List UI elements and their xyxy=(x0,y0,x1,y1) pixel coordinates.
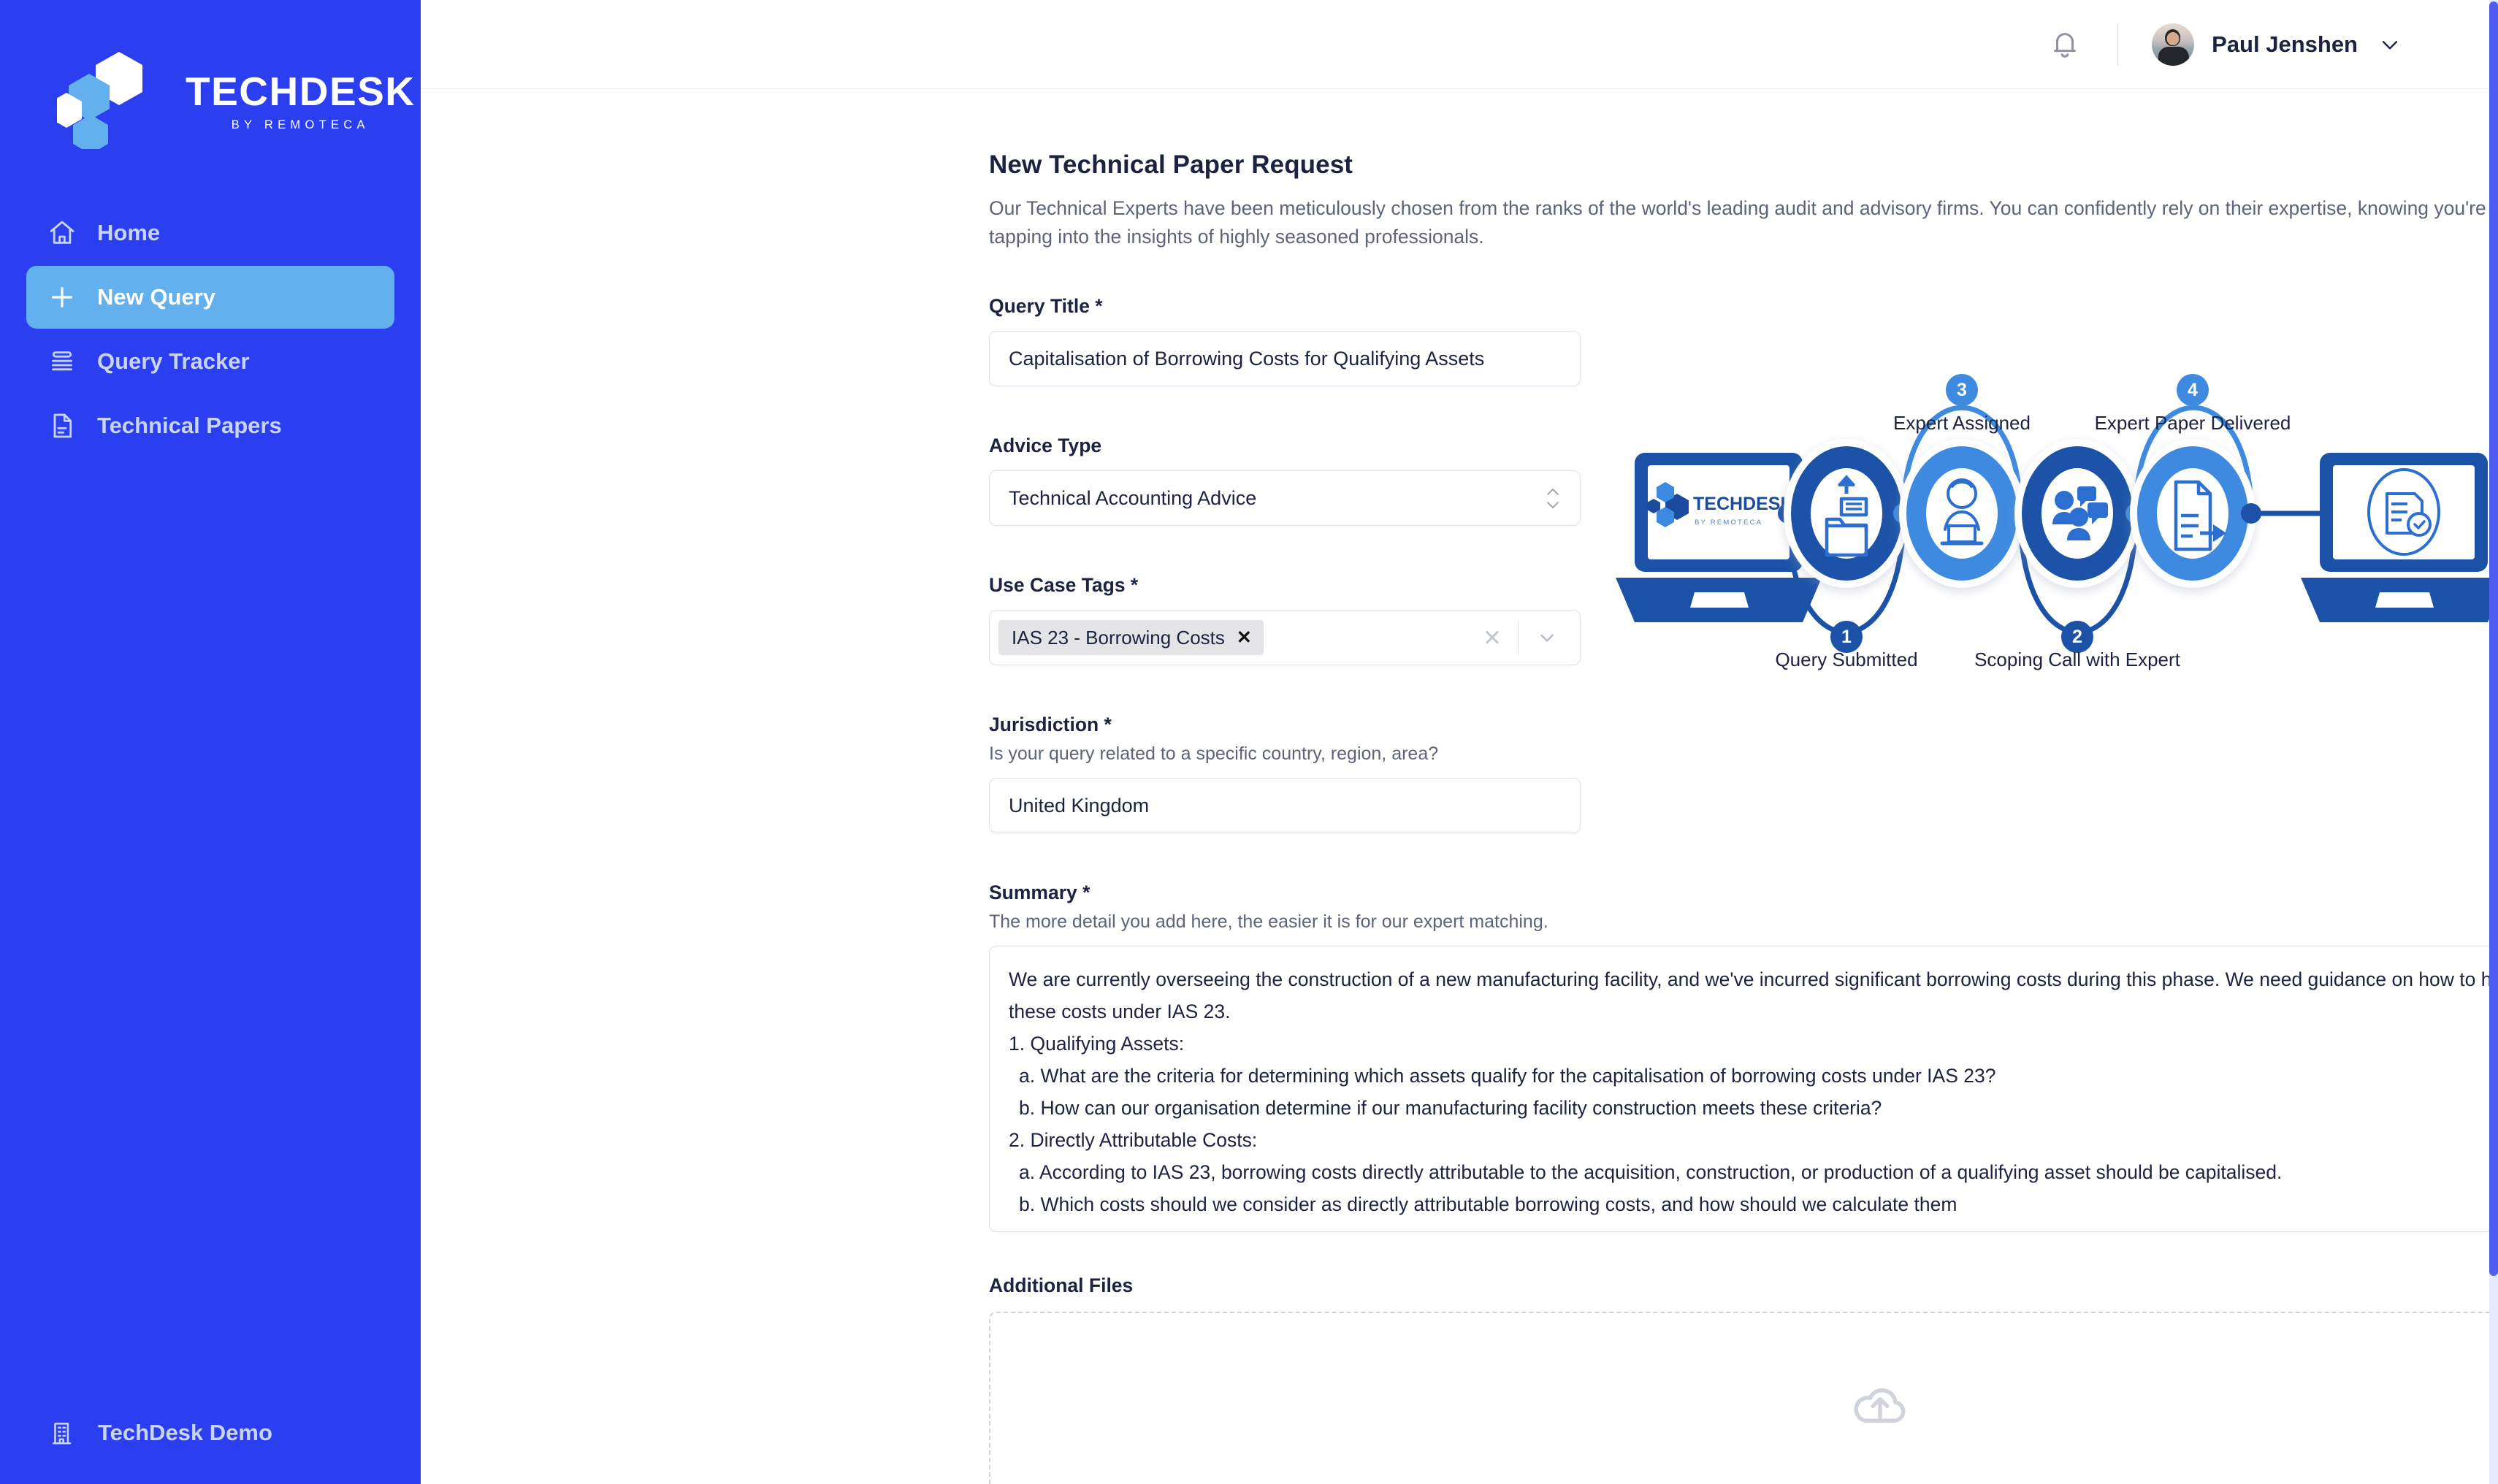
summary-line: b. How can our organisation determine if… xyxy=(1019,1097,1882,1120)
advice-type-label: Advice Type xyxy=(989,435,1102,457)
summary-line: b. Which costs should we consider as dir… xyxy=(1019,1193,1957,1216)
cloud-upload-icon xyxy=(1849,1376,1911,1431)
jurisdiction-label: Jurisdiction * xyxy=(989,714,1112,736)
document-icon xyxy=(47,410,77,441)
query-title-label: Query Title * xyxy=(989,295,1103,318)
sidebar-item-label: Technical Papers xyxy=(97,413,282,438)
chevron-down-icon[interactable] xyxy=(2377,31,2403,58)
bell-icon[interactable] xyxy=(2046,26,2084,64)
file-dropzone[interactable] xyxy=(989,1312,2498,1484)
app-root: TECHDESK BY REMOTECA Home New Query Quer… xyxy=(0,0,2498,1484)
sidebar-item-query-tracker[interactable]: Query Tracker xyxy=(26,330,394,393)
org-switcher[interactable]: TechDesk Demo xyxy=(0,1382,421,1484)
jurisdiction-input[interactable]: United Kingdom xyxy=(989,778,1581,834)
summary-label: Summary * xyxy=(989,881,1091,904)
tag-field-actions: ✕ xyxy=(1467,621,1571,654)
advice-type-select[interactable]: Technical Accounting Advice xyxy=(989,470,1581,527)
home-icon xyxy=(47,218,77,248)
plus-icon xyxy=(47,282,77,313)
field-additional-files: Additional Files xyxy=(989,1274,2498,1484)
page-title: New Technical Paper Request xyxy=(989,150,1353,179)
tag-chip[interactable]: IAS 23 - Borrowing Costs ✕ xyxy=(998,620,1264,656)
clear-x-icon[interactable]: ✕ xyxy=(1467,627,1518,649)
main-area: Paul Jenshen TECHDESK BY REMOTECA 1 3 2 … xyxy=(421,0,2498,1484)
logo-hexagons-icon xyxy=(51,50,181,154)
field-query-title: Query Title * Capitalisation of Borrowin… xyxy=(989,295,1581,387)
building-icon xyxy=(47,1418,77,1448)
user-name: Paul Jenshen xyxy=(2212,31,2358,57)
avatar[interactable] xyxy=(2152,23,2195,66)
sidebar: TECHDESK BY REMOTECA Home New Query Quer… xyxy=(0,0,421,1484)
use-case-tags-input[interactable]: IAS 23 - Borrowing Costs ✕ ✕ xyxy=(989,610,1581,666)
sidebar-item-label: Home xyxy=(97,220,161,245)
logo-title: TECHDESK xyxy=(186,68,416,114)
summary-line: 1. Qualifying Assets: xyxy=(1009,1033,1185,1055)
sidebar-item-home[interactable]: Home xyxy=(26,202,394,264)
app-logo: TECHDESK BY REMOTECA xyxy=(0,0,421,154)
summary-line: a. According to IAS 23, borrowing costs … xyxy=(1019,1161,2283,1184)
sidebar-item-technical-papers[interactable]: Technical Papers xyxy=(26,394,394,457)
summary-hint: The more detail you add here, the easier… xyxy=(989,911,1548,933)
field-advice-type: Advice Type Technical Accounting Advice xyxy=(989,435,1581,527)
field-use-case-tags: Use Case Tags * IAS 23 - Borrowing Costs… xyxy=(989,574,1581,666)
chevron-down-icon[interactable] xyxy=(1519,627,1571,649)
advice-type-value: Technical Accounting Advice xyxy=(1009,486,1257,509)
scrollbar-thumb[interactable] xyxy=(2489,1,2498,1276)
summary-line: We are currently overseeing the construc… xyxy=(1009,968,2498,1023)
field-summary: Summary * The more detail you add here, … xyxy=(989,881,2498,1233)
select-updown-icon xyxy=(1545,487,1561,510)
scrollbar-track[interactable] xyxy=(2489,0,2498,1484)
additional-files-label: Additional Files xyxy=(989,1274,1134,1297)
logo-text: TECHDESK BY REMOTECA xyxy=(186,68,416,132)
org-label: TechDesk Demo xyxy=(98,1420,272,1445)
summary-line: 2. Directly Attributable Costs: xyxy=(1009,1129,1258,1152)
sidebar-nav: Home New Query Query Tracker Technical P… xyxy=(0,202,421,457)
sidebar-item-label: Query Tracker xyxy=(97,348,250,374)
field-jurisdiction: Jurisdiction * Is your query related to … xyxy=(989,714,1581,834)
page-description: Our Technical Experts have been meticulo… xyxy=(989,197,2486,248)
query-title-value: Capitalisation of Borrowing Costs for Qu… xyxy=(1009,347,1485,370)
summary-textarea[interactable]: We are currently overseeing the construc… xyxy=(989,946,2498,1233)
list-lines-icon xyxy=(47,346,77,377)
logo-subtitle: BY REMOTECA xyxy=(231,118,370,131)
close-x-icon[interactable]: ✕ xyxy=(1237,628,1252,647)
summary-line: a. What are the criteria for determining… xyxy=(1019,1065,1996,1087)
jurisdiction-hint: Is your query related to a specific coun… xyxy=(989,743,1439,765)
new-query-form: Query Title * Capitalisation of Borrowin… xyxy=(989,295,2498,1484)
sidebar-item-label: New Query xyxy=(97,284,215,310)
query-title-input[interactable]: Capitalisation of Borrowing Costs for Qu… xyxy=(989,331,1581,387)
page-content: New Technical Paper Request Our Technica… xyxy=(421,89,2498,1484)
topbar: Paul Jenshen xyxy=(421,0,2498,89)
sidebar-item-new-query[interactable]: New Query xyxy=(26,266,394,329)
use-case-tags-label: Use Case Tags * xyxy=(989,574,1139,597)
tag-chip-label: IAS 23 - Borrowing Costs xyxy=(1012,626,1225,649)
topbar-divider xyxy=(2117,23,2119,66)
jurisdiction-value: United Kingdom xyxy=(1009,794,1150,816)
